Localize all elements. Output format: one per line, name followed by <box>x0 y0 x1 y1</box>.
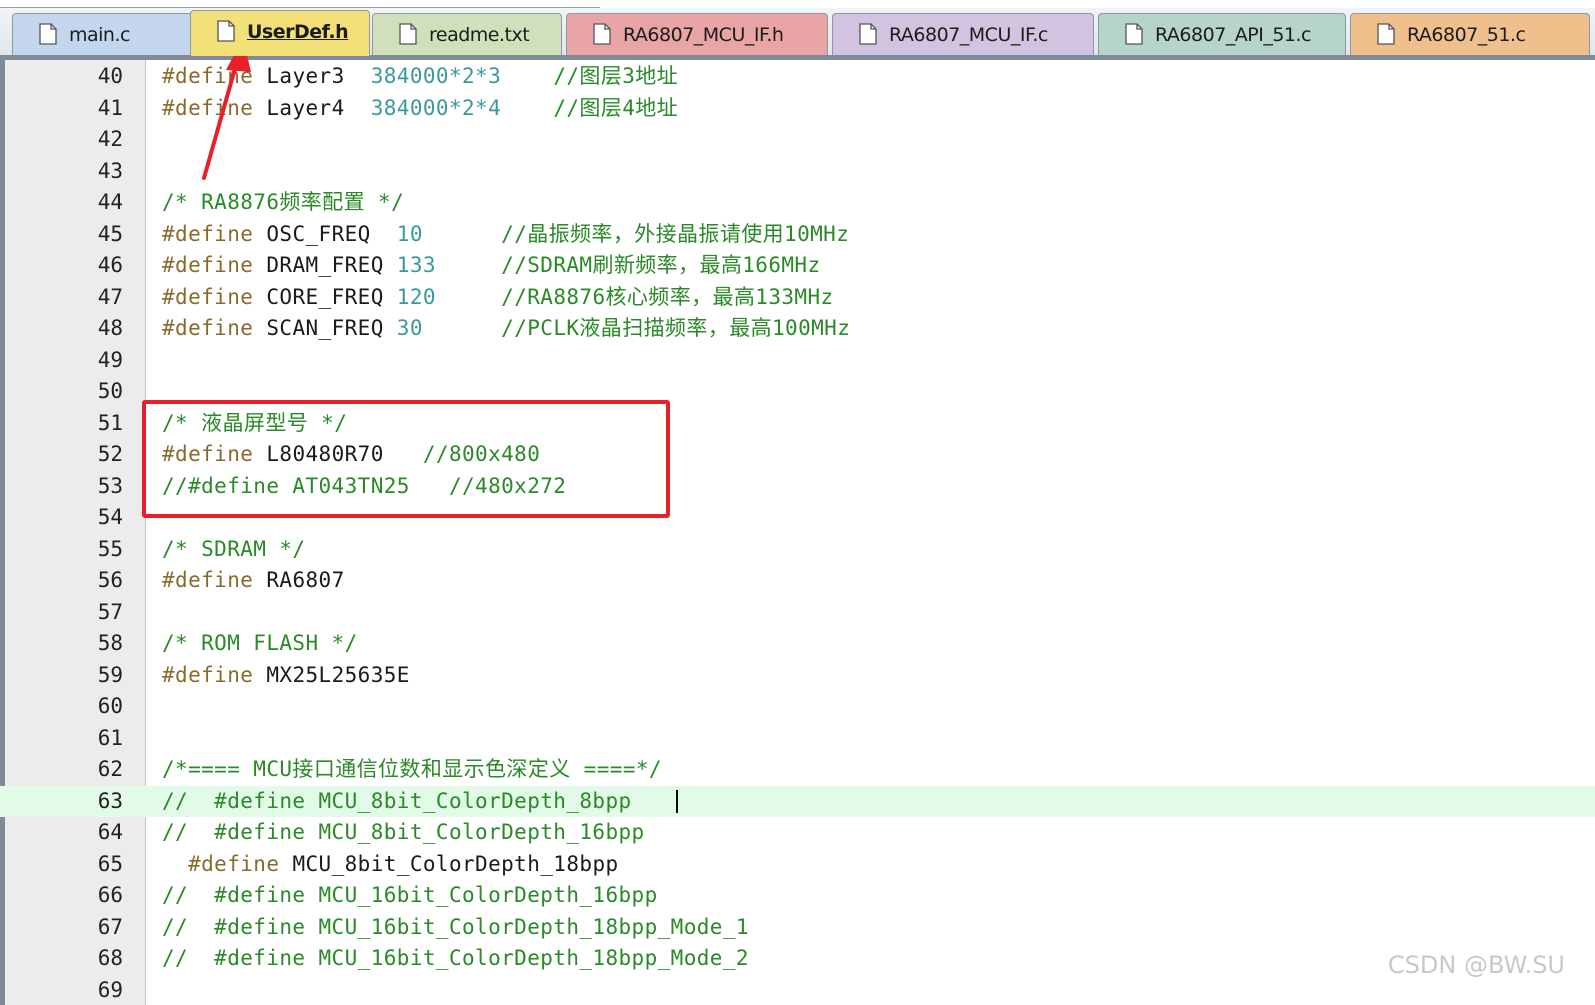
annotation-arrow <box>202 38 251 180</box>
tab-userdef-h[interactable]: UserDef.h <box>190 10 370 56</box>
tab-label: UserDef.h <box>247 21 349 43</box>
watermark: CSDN @BW.SU <box>1387 951 1565 979</box>
arrow-shaft <box>202 56 240 180</box>
document-icon <box>217 20 235 42</box>
